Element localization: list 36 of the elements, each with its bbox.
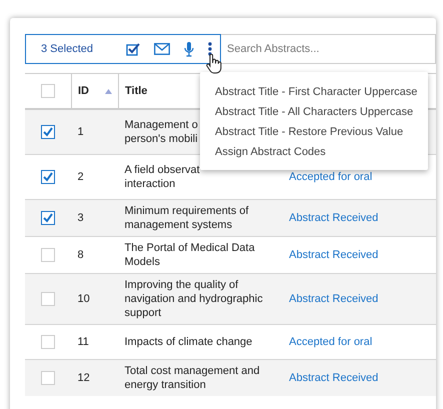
selected-count: 3 Selected bbox=[41, 43, 94, 55]
id-text: 3 bbox=[78, 212, 84, 224]
id-text: 12 bbox=[78, 372, 90, 384]
id-text: 1 bbox=[78, 126, 84, 138]
more-icon[interactable] bbox=[208, 42, 212, 56]
column-header[interactable]: ID bbox=[78, 84, 89, 98]
checkbox[interactable] bbox=[41, 211, 56, 225]
title-text: Minimum requirements of management systems bbox=[124, 205, 249, 231]
microphone-icon[interactable] bbox=[184, 42, 194, 56]
id-text: 8 bbox=[78, 249, 84, 261]
status-link[interactable]: Abstract Received bbox=[289, 212, 378, 224]
checkbox[interactable] bbox=[41, 125, 56, 139]
id-text: 10 bbox=[78, 293, 90, 305]
status-link[interactable]: Abstract Received bbox=[289, 372, 378, 384]
id-text: 2 bbox=[78, 171, 84, 183]
column-header[interactable]: Title bbox=[125, 84, 148, 98]
status-link[interactable]: Abstract Received bbox=[289, 249, 378, 261]
search-field[interactable]: Search Abstracts... bbox=[221, 34, 436, 64]
title-text: Management o person's mobili bbox=[124, 119, 198, 145]
sort-ascending-icon bbox=[105, 88, 112, 94]
mail-icon[interactable] bbox=[154, 43, 170, 55]
title-text: Improving the quality of navigation and hydrographic support bbox=[124, 279, 263, 319]
checkbox-check-icon[interactable] bbox=[126, 42, 140, 56]
title-text: A field observat interaction bbox=[124, 164, 200, 190]
title-text: Total cost management and energy transition bbox=[124, 365, 260, 391]
checkbox[interactable] bbox=[41, 170, 56, 184]
status-link[interactable]: Abstract Received bbox=[289, 293, 378, 305]
menu-item[interactable]: Abstract Title - All Characters Uppercase bbox=[200, 102, 428, 122]
title-text: The Portal of Medical Data Models bbox=[124, 242, 255, 268]
menu-item[interactable]: Abstract Title - Restore Previous Value bbox=[200, 122, 428, 142]
status-link[interactable]: Accepted for oral bbox=[289, 336, 372, 348]
menu-item[interactable]: Assign Abstract Codes bbox=[200, 142, 428, 162]
status-link[interactable]: Accepted for oral bbox=[289, 171, 372, 183]
id-text: 11 bbox=[78, 336, 89, 348]
menu-item[interactable]: Abstract Title - First Character Uppercase bbox=[200, 82, 428, 102]
title-text: Impacts of climate change bbox=[124, 336, 252, 348]
